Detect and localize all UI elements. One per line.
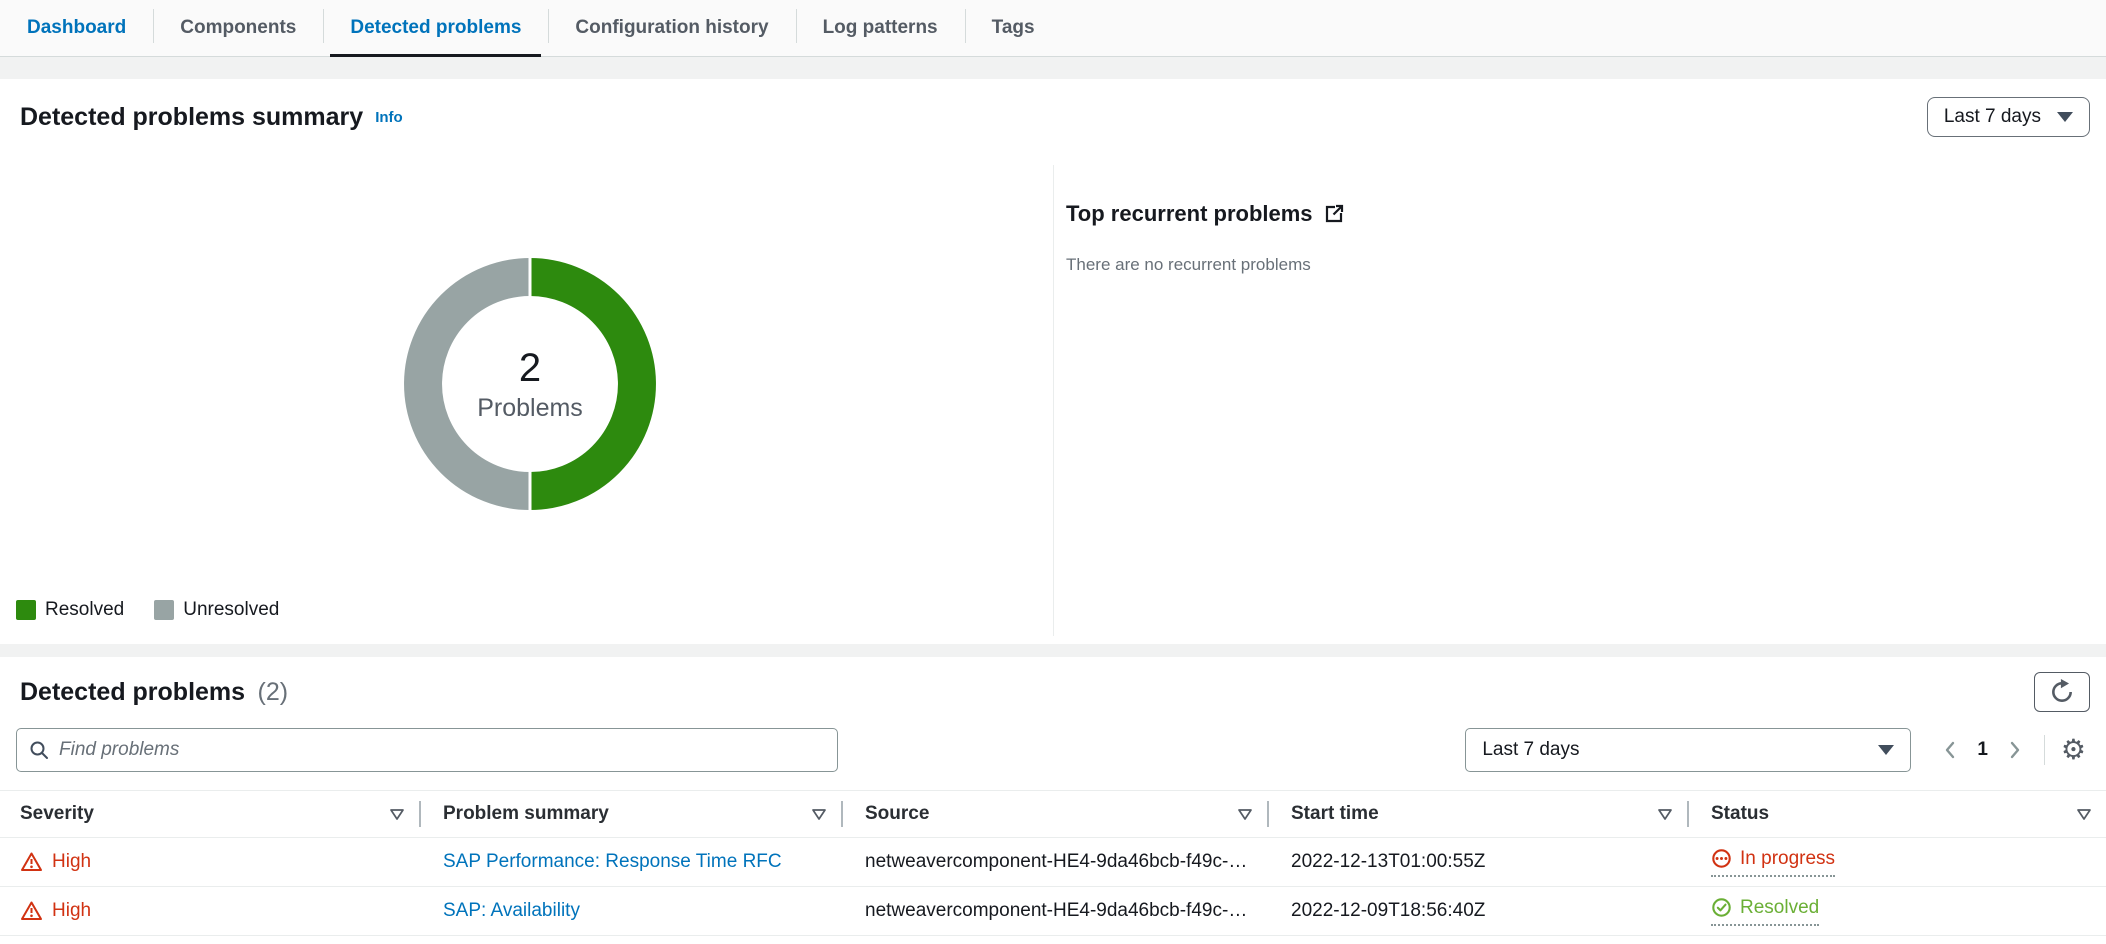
pagination-page-1[interactable]: 1 [1967, 739, 1998, 761]
find-problems-search[interactable] [16, 728, 838, 772]
start-time-cell: 2022-12-09T18:56:40Z [1267, 887, 1687, 936]
source-cell: netweavercomponent-HE4-9da46bcb-f49c-… [841, 887, 1267, 936]
resolved-swatch-icon [16, 600, 36, 620]
refresh-button[interactable] [2034, 672, 2090, 712]
table-time-range-select[interactable]: Last 7 days [1465, 728, 1911, 772]
donut-svg [390, 244, 670, 524]
source-cell: netweavercomponent-HE4-9da46bcb-f49c-… [841, 838, 1267, 887]
in-progress-icon [1711, 848, 1732, 869]
tab-bar: Dashboard Components Detected problems C… [0, 0, 2106, 57]
problems-toolbar: Last 7 days 1 ⚙ [0, 712, 2106, 772]
column-header-problem-summary[interactable]: Problem summary [419, 791, 841, 838]
tab-detected-problems[interactable]: Detected problems [323, 0, 548, 56]
filter-icon[interactable] [2076, 808, 2092, 821]
tab-components[interactable]: Components [153, 0, 323, 56]
refresh-icon [2049, 679, 2075, 705]
search-icon [29, 740, 49, 760]
warning-triangle-icon [20, 900, 43, 922]
table-row: High SAP: Availability netweavercomponen… [0, 887, 2106, 936]
caret-down-icon [2057, 112, 2073, 122]
summary-title: Detected problems summary [20, 103, 363, 131]
column-label: Source [865, 803, 929, 825]
tab-tags[interactable]: Tags [965, 0, 1062, 56]
legend-item-resolved[interactable]: Resolved [16, 599, 124, 621]
severity-cell: High [20, 851, 405, 873]
donut-segment-unresolved [423, 277, 530, 491]
table-row: High SAP Performance: Response Time RFC … [0, 838, 2106, 887]
table-header-row: Severity Problem summary Source [0, 791, 2106, 838]
column-header-severity[interactable]: Severity [0, 791, 419, 838]
severity-label: High [52, 900, 91, 922]
problem-summary-link[interactable]: SAP: Availability [443, 900, 580, 921]
status-badge-in-progress[interactable]: In progress [1711, 848, 1835, 877]
filter-icon[interactable] [389, 808, 405, 821]
tab-configuration-history[interactable]: Configuration history [548, 0, 795, 56]
chevron-left-icon [1943, 739, 1957, 761]
filter-icon[interactable] [1237, 808, 1253, 821]
top-recurrent-problems-section: Top recurrent problems There are no recu… [1066, 201, 1345, 275]
chevron-right-icon [2008, 739, 2022, 761]
detected-problems-summary-panel: Detected problems summary Info Last 7 day… [0, 79, 2106, 644]
severity-label: High [52, 851, 91, 873]
problem-summary-link[interactable]: SAP Performance: Response Time RFC [443, 851, 782, 872]
warning-triangle-icon [20, 851, 43, 873]
severity-cell: High [20, 900, 405, 922]
column-label: Problem summary [443, 803, 609, 825]
column-header-source[interactable]: Source [841, 791, 1267, 838]
no-recurrent-problems-message: There are no recurrent problems [1066, 255, 1345, 275]
pagination-prev-button[interactable] [1933, 739, 1967, 761]
start-time-cell: 2022-12-13T01:00:55Z [1267, 838, 1687, 887]
donut-segment-resolved [530, 277, 637, 491]
top-recurrent-problems-title: Top recurrent problems [1066, 201, 1313, 227]
donut-legend: Resolved Unresolved [16, 599, 279, 621]
status-label: In progress [1740, 848, 1835, 870]
summary-time-range-button[interactable]: Last 7 days [1927, 97, 2090, 137]
info-link[interactable]: Info [375, 109, 403, 126]
legend-item-unresolved[interactable]: Unresolved [154, 599, 279, 621]
column-label: Status [1711, 803, 1769, 825]
summary-time-range-label: Last 7 days [1944, 106, 2041, 128]
summary-vertical-divider [1053, 165, 1054, 636]
column-label: Severity [20, 803, 94, 825]
filter-icon[interactable] [1657, 808, 1673, 821]
tab-dashboard[interactable]: Dashboard [0, 0, 153, 56]
problems-donut-chart: 2 Problems [390, 244, 670, 524]
top-recurrent-problems-link[interactable]: Top recurrent problems [1066, 201, 1345, 227]
column-label: Start time [1291, 803, 1379, 825]
legend-unresolved-label: Unresolved [183, 599, 279, 621]
status-label: Resolved [1740, 897, 1819, 919]
legend-resolved-label: Resolved [45, 599, 124, 621]
unresolved-swatch-icon [154, 600, 174, 620]
problems-count: (2) [258, 678, 289, 706]
caret-down-icon [1878, 745, 1894, 755]
resolved-check-icon [1711, 897, 1732, 918]
external-link-icon [1323, 203, 1345, 225]
detected-problems-panel: Detected problems (2) Last 7 days [0, 657, 2106, 944]
problems-table: Severity Problem summary Source [0, 790, 2106, 936]
status-badge-resolved[interactable]: Resolved [1711, 897, 1819, 926]
search-input[interactable] [59, 739, 825, 761]
column-header-start-time[interactable]: Start time [1267, 791, 1687, 838]
problems-title: Detected problems [20, 678, 245, 706]
tab-log-patterns[interactable]: Log patterns [796, 0, 965, 56]
filter-icon[interactable] [811, 808, 827, 821]
table-settings-gear-icon[interactable]: ⚙ [2057, 736, 2090, 764]
column-header-status[interactable]: Status [1687, 791, 2106, 838]
table-time-range-label: Last 7 days [1482, 739, 1579, 761]
toolbar-divider [2044, 735, 2045, 765]
pagination-next-button[interactable] [1998, 739, 2032, 761]
